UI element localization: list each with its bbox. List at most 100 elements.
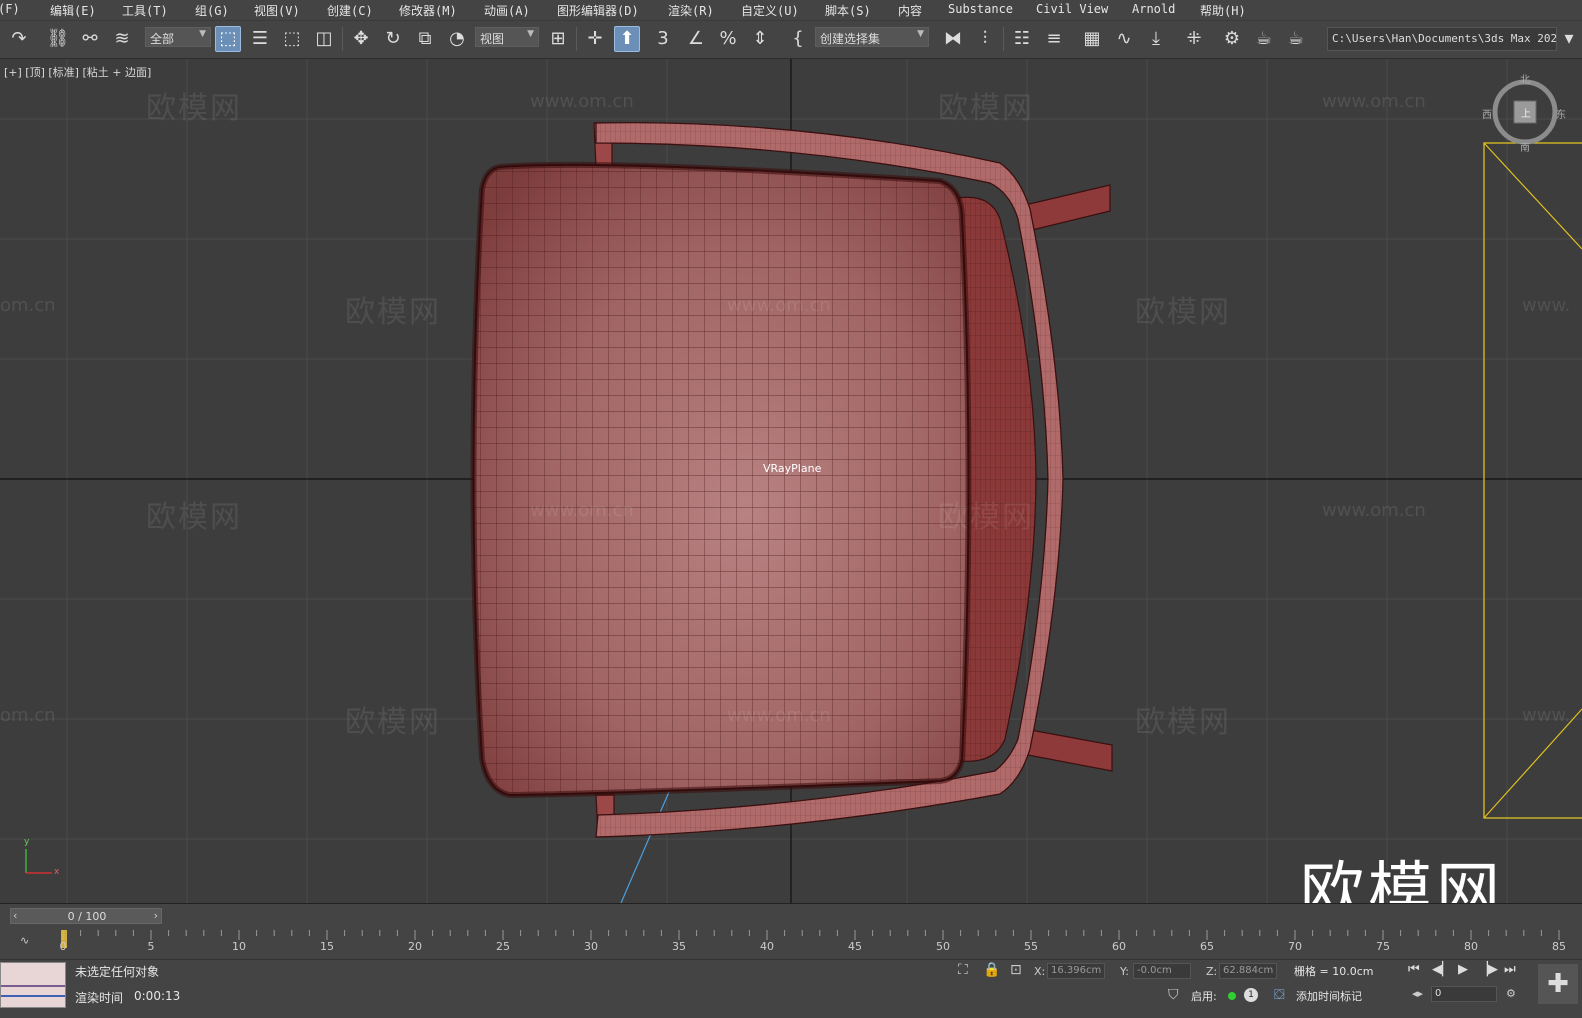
isolate-selection-icon[interactable]: ⛶ [958,962,968,978]
watermark-url: www.om.cn [727,295,831,316]
curve-editor-icon[interactable]: ∿ [1111,26,1137,52]
tick-label: 0 [59,940,67,953]
watermark-url: www.om.cn [530,500,634,521]
time-slider[interactable]: ‹ 0 / 100 › [10,908,162,924]
current-frame-spinner[interactable]: 0 [1431,986,1497,1002]
percent-snap-icon[interactable]: % [715,26,741,52]
menu-substance[interactable]: Substance [948,2,1013,16]
project-path-field[interactable]: C:\Users\Han\Documents\3ds Max 2022 [1327,27,1557,51]
viewcube-east: 东 [1556,110,1566,121]
angle-snap-icon[interactable]: ∠ [683,26,709,52]
reference-coordinate-dropdown[interactable]: 视图 ▼ [475,27,539,47]
play-icon[interactable]: ▶ [1458,962,1468,977]
curve-editor-mini-icon[interactable]: ∿ [20,934,29,947]
time-slider-prev-icon[interactable]: ‹ [13,909,17,922]
edit-named-selection-icon[interactable]: { [785,26,811,52]
key-mode-icon[interactable]: ◂▸ [1412,987,1423,1000]
add-time-tag[interactable]: 添加时间标记 [1296,988,1362,1004]
select-manipulate-icon[interactable]: ✛ [582,26,608,52]
menu-view[interactable]: 视图(V) [254,2,300,19]
menu-rendering[interactable]: 渲染(R) [668,2,714,19]
layer-count-badge[interactable]: 1 [1244,988,1258,1002]
adaptive-degradation-icon[interactable]: ⛉ [1168,987,1179,1003]
menu-group[interactable]: 组(G) [195,2,229,19]
timeline: ‹ 0 / 100 › ∿ 0 5 10 15 20 25 30 35 40 4… [0,903,1582,960]
render-setup-icon[interactable]: ⚙ [1219,26,1245,52]
previous-frame-icon[interactable]: ◀▏ [1432,962,1452,977]
menu-tools[interactable]: 工具(T) [122,2,168,19]
viewport-label[interactable]: [+] [顶] [标准] [粘土 + 边面] [4,64,151,80]
menu-content[interactable]: 内容 [898,2,922,19]
rendered-frame-window-icon[interactable]: ☕ [1251,26,1277,52]
menu-graph-editors[interactable]: 图形编辑器(D) [557,2,639,19]
thumbnail-line [1,985,65,987]
go-to-start-icon[interactable]: ⏮ [1408,962,1420,977]
move-icon[interactable]: ✥ [348,26,374,52]
x-coord-field[interactable]: 16.396cm [1047,963,1105,979]
toggle-ribbon-icon[interactable]: ≡ [1041,26,1067,52]
select-by-name-icon[interactable]: ☰ [247,26,273,52]
time-slider-next-icon[interactable]: › [154,909,158,922]
placement-icon[interactable]: ◔ [444,26,470,52]
time-slider-value: 0 / 100 [67,910,107,923]
ruler-ticks [62,930,1560,940]
menu-customize[interactable]: 自定义(U) [741,2,799,19]
menu-arnold[interactable]: Arnold [1132,2,1175,16]
render-production-icon[interactable]: ☕ [1283,26,1309,52]
tick-label: 80 [1464,940,1478,953]
time-configuration-icon[interactable]: ⚙ [1506,987,1516,1000]
viewcube-west: 西 [1482,110,1492,121]
menu-file[interactable]: (F) [0,2,20,16]
go-to-end-icon[interactable]: ⏭ [1504,962,1516,977]
layer-explorer-icon[interactable]: ☷ [1009,26,1035,52]
mirror-icon[interactable]: ⧓ [940,26,966,52]
selection-filter-dropdown[interactable]: 全部 ▼ [145,27,211,47]
project-folder-icon[interactable]: ▾ [1558,26,1580,52]
bind-space-warp-icon[interactable]: ≋ [109,26,135,52]
named-selection-set-dropdown[interactable]: 创建选择集 ▼ [815,27,929,47]
thumbnail-line [1,995,65,997]
menu-create[interactable]: 创建(C) [327,2,373,19]
y-coord-field[interactable]: -0.0cm [1133,963,1191,979]
menu-civil-view[interactable]: Civil View [1036,2,1108,16]
keyboard-shortcut-override-icon[interactable]: ⬆ [614,26,640,52]
align-icon[interactable]: ⫶ [972,26,998,52]
menu-animation[interactable]: 动画(A) [484,2,530,19]
snaps-toggle-icon[interactable]: 3 [650,26,676,52]
rotate-icon[interactable]: ↻ [380,26,406,52]
selection-status: 未选定任何对象 [75,965,160,979]
menu-help[interactable]: 帮助(H) [1200,2,1246,19]
watermark-url: www.om.cn [1322,91,1426,112]
timeline-ruler[interactable]: 0 5 10 15 20 25 30 35 40 45 50 55 60 65 … [60,930,1570,958]
z-coord-field[interactable]: 62.884cm [1219,963,1277,979]
schematic-view-icon[interactable]: ⁜ [1181,26,1207,52]
menu-edit[interactable]: 编辑(E) [50,2,96,19]
tick-label: 40 [760,940,774,953]
watermark: 欧模网 [938,500,1034,535]
next-frame-icon[interactable]: ▕▶ [1478,962,1498,977]
spinner-snap-icon[interactable]: ⇕ [747,26,773,52]
tick-label: 35 [672,940,686,953]
dope-sheet-icon[interactable]: ⤓ [1143,26,1169,52]
menu-scripting[interactable]: 脚本(S) [825,2,871,19]
selection-lock-icon[interactable]: 🔒 [983,962,1000,978]
watermark-url: www.om.cn [727,705,831,726]
rectangular-selection-icon[interactable]: ⬚ [279,26,305,52]
zoom-viewport-icon[interactable]: ✚ [1538,964,1578,1004]
window-crossing-icon[interactable]: ◫ [311,26,337,52]
viewcube[interactable]: 北 南 东 西 上 [1482,75,1566,154]
scale-icon[interactable]: ⧉ [412,26,438,52]
time-tag-icon[interactable]: ⛋ [1274,987,1285,1003]
select-object-icon[interactable]: ⬚ [215,26,241,52]
scene-explorer-icon[interactable]: ▦ [1079,26,1105,52]
menu-modifiers[interactable]: 修改器(M) [399,2,457,19]
watermark: 欧模网 [938,91,1034,126]
redo-icon[interactable]: ↷ [6,26,32,52]
pivot-center-icon[interactable]: ⊞ [545,26,571,52]
dropdown-arrow-icon: ▼ [527,29,534,39]
absolute-mode-icon[interactable]: ⊡ [1010,962,1022,978]
top-viewport[interactable]: [+] [顶] [标准] [粘土 + 边面] 欧模网 www.om.cn 欧模网… [0,59,1582,903]
unlink-icon[interactable]: ⚯ [77,26,103,52]
maxscript-listener-thumbnail[interactable] [0,962,66,1008]
link-icon[interactable]: ⛓ [45,26,71,52]
